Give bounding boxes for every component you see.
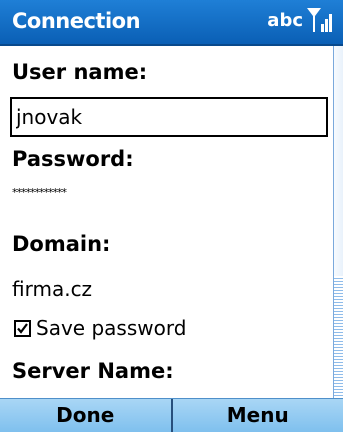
status-area: abc [267,8,333,34]
domain-label: Domain: [12,232,111,256]
input-mode-indicator: abc [267,10,303,31]
title-bar: Connection abc [0,0,343,46]
user-name-field[interactable] [10,97,328,137]
window-title: Connection [12,9,141,33]
scroll-thumb[interactable] [333,276,343,398]
user-name-label: User name: [12,60,148,84]
connection-form: User name: Password: ************ Domain… [0,46,333,398]
password-field[interactable]: ************ [12,186,67,199]
save-password-option[interactable]: Save password [14,316,186,340]
password-label: Password: [12,147,134,171]
menu-softkey[interactable]: Menu [170,399,343,432]
done-softkey[interactable]: Done [0,399,171,432]
user-name-input[interactable] [16,105,316,129]
signal-strength-icon [307,8,333,34]
save-password-label: Save password [36,316,187,340]
vertical-scrollbar[interactable] [333,46,343,398]
softkey-bar: Done Menu [0,398,343,432]
server-name-label: Server Name: [12,359,174,383]
scroll-track[interactable] [333,46,343,276]
domain-field[interactable]: firma.cz [12,277,92,301]
scrollbar-edge [333,46,334,398]
checkmark-icon [17,322,28,334]
save-password-checkbox[interactable] [14,319,31,337]
